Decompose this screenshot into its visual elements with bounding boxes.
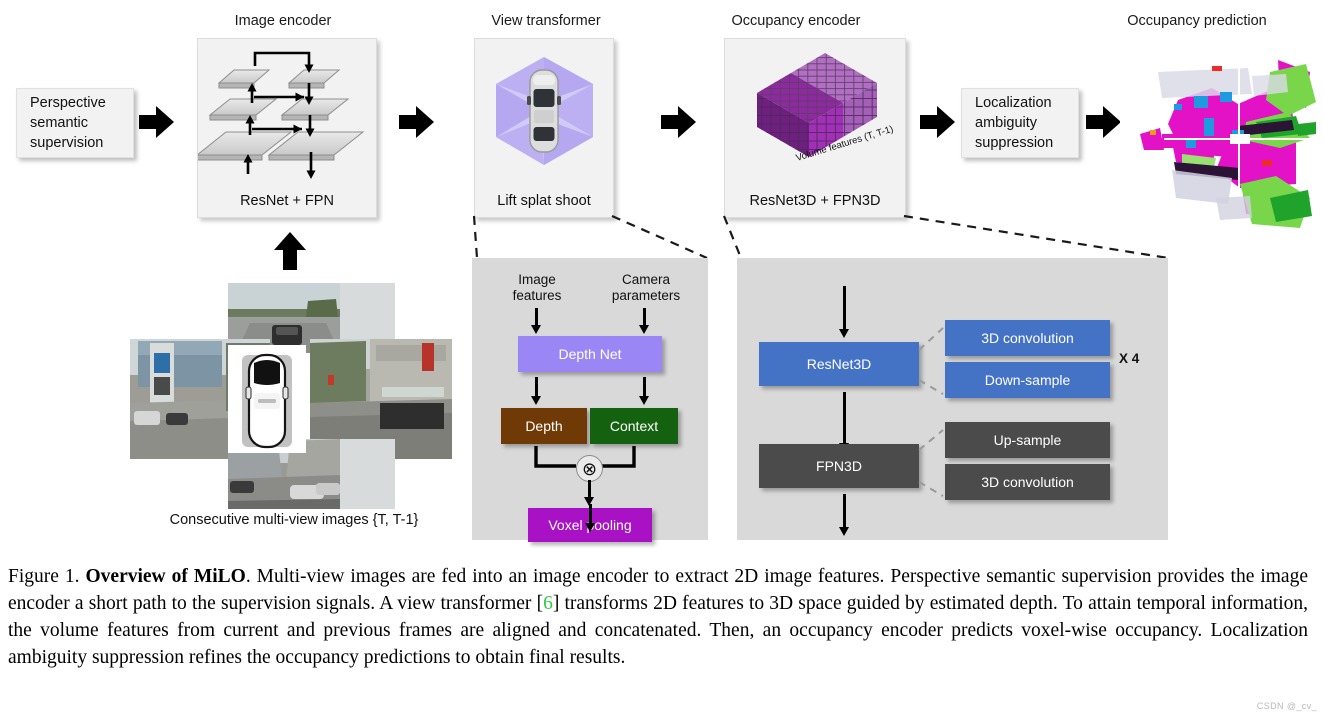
block-context: Context (590, 408, 678, 444)
block-resnet3d-sub-down-sample: Down-sample (945, 362, 1110, 398)
block-fpn3d-sub-3d-convolution: 3D convolution (945, 464, 1110, 500)
vt-arrow-depthnet-to-context-icon (635, 377, 653, 405)
caption-prefix: Figure 1. (8, 566, 86, 587)
caption-bold-title: Overview of MiLO (85, 566, 246, 587)
vt-arrow-merge-to-voxel-icon (580, 480, 598, 506)
watermark: CSDN @_cv_ (1256, 701, 1317, 711)
vt-output-arrow-icon (581, 504, 599, 532)
figure-canvas: Image encoder View transformer Occupancy… (0, 0, 1323, 715)
resnet3d-repeat-count: X 4 (1119, 351, 1140, 366)
caption-citation: 6 (543, 593, 553, 614)
oe-arrow-output-icon (835, 494, 853, 536)
vt-arrow-image-to-depthnet-icon (527, 308, 545, 334)
block-fpn3d-sub-up-sample: Up-sample (945, 422, 1110, 458)
block-depth-net: Depth Net (518, 336, 662, 372)
view-transformer-detail-panel: Image features Camera parameters Depth N… (472, 258, 708, 542)
block-resnet3d-sub-3d-convolution: 3D convolution (945, 320, 1110, 356)
figure-caption: Figure 1. Overview of MiLO. Multi-view i… (8, 563, 1308, 671)
detail-input-image-features: Image features (512, 272, 562, 303)
block-depth: Depth (501, 408, 587, 444)
vt-arrow-depthnet-to-depth-icon (527, 377, 545, 405)
detail-input-camera-parameters: Camera parameters (611, 272, 681, 303)
multiply-operator-icon: ⊗ (576, 455, 603, 482)
oe-arrow-input-icon (835, 286, 853, 338)
vt-arrow-camera-to-depthnet-icon (635, 308, 653, 334)
block-fpn3d: FPN3D (759, 444, 919, 488)
occupancy-encoder-detail-panel: ResNet3D 3D convolution Down-sample X 4 … (737, 258, 1168, 540)
block-resnet3d: ResNet3D (759, 342, 919, 386)
oe-arrow-resnet-to-fpn-icon (835, 392, 853, 452)
